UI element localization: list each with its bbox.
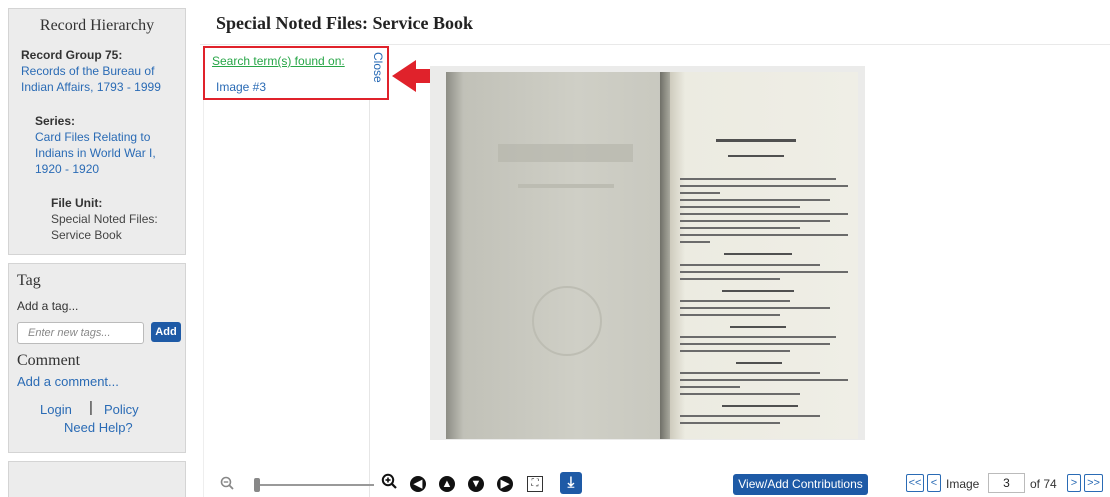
series-link[interactable]: Card Files Relating to Indians in World … — [35, 129, 185, 177]
next-page-button[interactable]: > — [1067, 474, 1081, 492]
login-link[interactable]: Login — [40, 402, 72, 417]
tag-input[interactable]: Enter new tags... — [17, 322, 144, 344]
book-cover-page — [446, 72, 666, 439]
page-count-label: of 74 — [1030, 477, 1057, 491]
download-icon[interactable]: ⤓ — [560, 472, 582, 494]
book-text-page — [666, 72, 858, 439]
book-spine — [660, 72, 670, 439]
last-page-button[interactable]: >> — [1084, 474, 1103, 492]
image-label: Image — [946, 477, 980, 491]
tag-heading: Tag — [17, 272, 41, 289]
policy-link[interactable]: Policy — [104, 402, 139, 417]
close-search-panel-button[interactable]: Close — [371, 52, 385, 96]
previous-page-button[interactable]: < — [927, 474, 941, 492]
pan-down-icon[interactable]: ▼ — [468, 476, 484, 492]
add-comment-link[interactable]: Add a comment... — [17, 374, 119, 389]
rotate-left-icon[interactable]: ◀ — [410, 476, 426, 492]
sidebar-bottom-panel — [8, 461, 186, 497]
title-divider — [200, 44, 1110, 45]
record-group-link[interactable]: Records of the Bureau of Indian Affairs,… — [21, 63, 183, 95]
add-tag-button[interactable]: Add — [151, 322, 181, 342]
tag-comment-panel: Tag Add a tag... Enter new tags... Add C… — [8, 263, 186, 453]
zoom-out-icon[interactable] — [220, 476, 234, 493]
search-result-image-link[interactable]: Image #3 — [216, 80, 266, 94]
record-hierarchy-title: Record Hierarchy — [39, 17, 155, 34]
view-add-contributions-button[interactable]: View/Add Contributions — [733, 474, 868, 495]
file-unit-label: File Unit: — [51, 196, 103, 210]
first-page-button[interactable]: << — [906, 474, 924, 492]
page-title: Special Noted Files: Service Book — [216, 13, 473, 33]
page-number-input[interactable]: 3 — [988, 473, 1025, 493]
series-label: Series: — [35, 114, 76, 128]
search-results-panel: Search term(s) found on: Image #3 Close — [203, 46, 389, 100]
comment-heading: Comment — [17, 352, 81, 369]
fullscreen-icon[interactable]: ⛶ — [527, 476, 543, 492]
zoom-in-icon[interactable] — [381, 473, 397, 494]
zoom-slider-handle[interactable] — [254, 478, 260, 492]
pan-up-icon[interactable]: ▲ — [439, 476, 455, 492]
record-group-label: Record Group 75: — [21, 48, 123, 62]
document-image-viewer[interactable] — [430, 66, 865, 440]
rotate-right-icon[interactable]: ▶ — [497, 476, 513, 492]
file-unit-name: Special Noted Files: Service Book — [51, 212, 158, 242]
link-separator: | — [89, 399, 93, 416]
search-results-column — [203, 100, 370, 497]
search-found-label[interactable]: Search term(s) found on: — [212, 54, 345, 68]
need-help-link[interactable]: Need Help? — [64, 420, 133, 435]
record-hierarchy-panel: Record Hierarchy Record Group 75: Record… — [8, 8, 186, 255]
add-tag-text: Add a tag... — [17, 299, 79, 313]
record-viewer-page: Record Hierarchy Record Group 75: Record… — [0, 0, 1110, 497]
zoom-slider-track[interactable] — [256, 484, 374, 486]
